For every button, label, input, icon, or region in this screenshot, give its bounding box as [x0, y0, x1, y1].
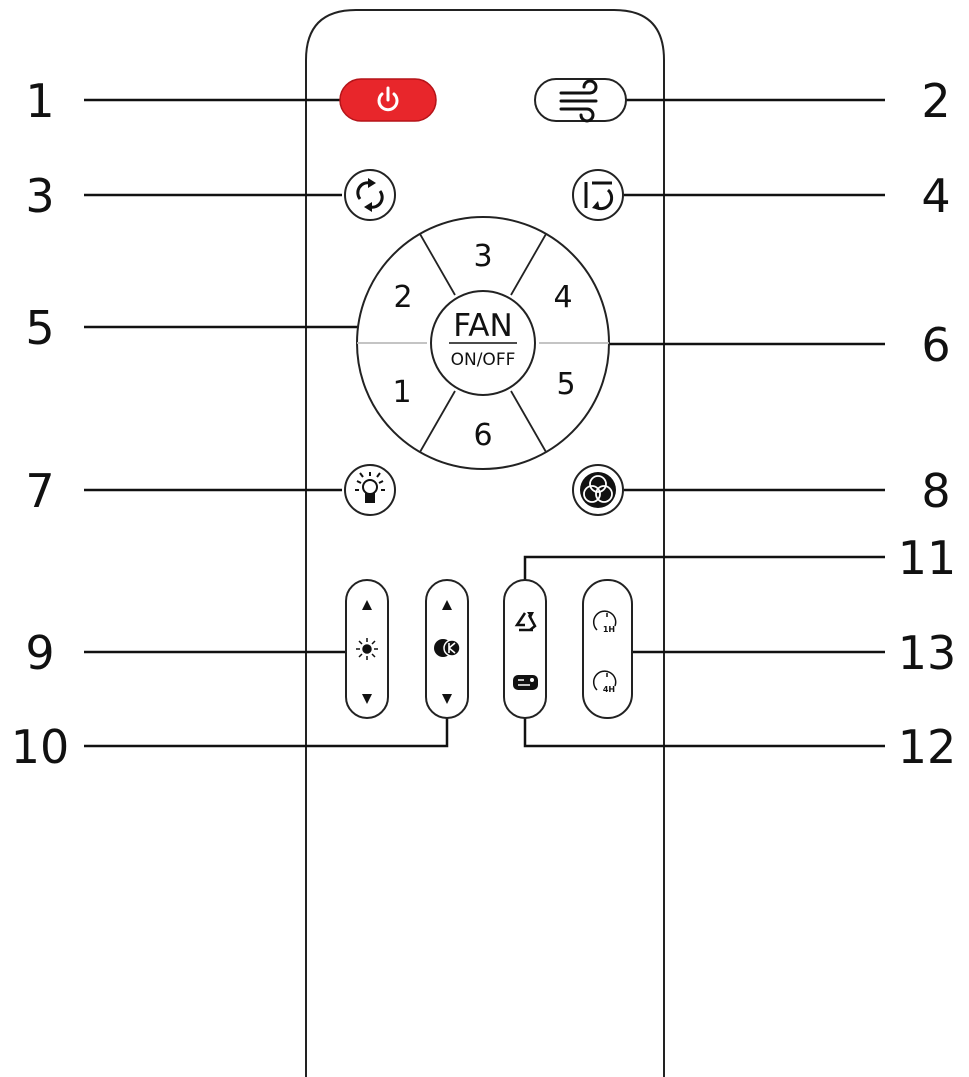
- speed-6-label[interactable]: 6: [473, 418, 492, 453]
- callout-12: 12: [898, 720, 957, 774]
- brightness-icon: [356, 638, 378, 660]
- callout-5: 5: [25, 301, 54, 355]
- power-button[interactable]: [339, 78, 437, 122]
- callout-7: 7: [25, 464, 54, 518]
- speed-5-label[interactable]: 5: [556, 367, 575, 402]
- callout-11: 11: [898, 531, 957, 585]
- timer-4h-label: 4H: [603, 685, 615, 694]
- rgb-color-icon: [580, 472, 616, 508]
- sleep-mode-button[interactable]: [513, 675, 538, 690]
- callout-13: 13: [898, 626, 957, 680]
- fan-label: FAN: [453, 308, 512, 344]
- reverse-direction-button[interactable]: [344, 169, 396, 221]
- speed-1-label[interactable]: 1: [392, 375, 411, 410]
- callout-2: 2: [921, 74, 950, 128]
- timer-1h-label: 1H: [603, 625, 615, 634]
- speed-2-label[interactable]: 2: [393, 280, 412, 315]
- fan-on-off-label: ON/OFF: [451, 350, 516, 370]
- fan-on-off-button[interactable]: FAN ON/OFF: [430, 290, 536, 396]
- sleep-mode-icon: [513, 675, 538, 690]
- callout-3: 3: [25, 169, 54, 223]
- callout-9: 9: [25, 626, 54, 680]
- wind-mode-button[interactable]: [534, 78, 627, 123]
- light-button[interactable]: [344, 464, 396, 516]
- color-temperature-rocker: [425, 579, 469, 719]
- callout-4: 4: [921, 169, 950, 223]
- callout-6: 6: [921, 318, 950, 372]
- timer-rocker: 1H 4H: [582, 579, 633, 719]
- mode-rocker: [503, 579, 547, 719]
- remote-control-diagram: 1 2 3 4 5 6 7 8 9 10 11 12 13 1 2 3 4 5 …: [11, 9, 957, 1077]
- remote-body: [305, 9, 665, 1077]
- color-temperature-icon: [434, 639, 461, 657]
- callout-8: 8: [921, 464, 950, 518]
- callout-10: 10: [11, 720, 70, 774]
- speed-3-label[interactable]: 3: [473, 239, 492, 274]
- color-button[interactable]: [572, 464, 624, 516]
- speed-4-label[interactable]: 4: [553, 280, 572, 315]
- swing-button[interactable]: [572, 169, 624, 221]
- callout-1: 1: [25, 74, 54, 128]
- brightness-rocker: [345, 579, 389, 719]
